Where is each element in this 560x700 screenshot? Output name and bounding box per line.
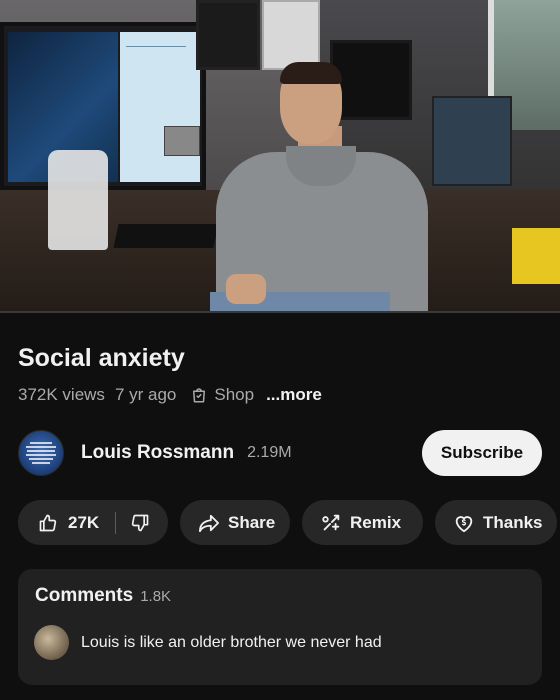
video-title: Social anxiety [18,344,185,372]
remix-icon [322,514,340,530]
thanks-label: Thanks [483,512,543,532]
like-divider [115,511,117,534]
share-label: Share [228,512,276,532]
channel-name[interactable]: Louis Rossmann [81,442,234,464]
avatar-text-lines [26,442,56,464]
video-monitor-small [196,0,260,70]
action-bar: 27K Share Remix Thanks [18,500,557,545]
video-yellow-bin [512,228,560,284]
video-equipment [262,0,320,70]
upload-age: 7 yr ago [114,385,177,404]
comments-count: 1.8K [140,588,172,605]
channel-avatar[interactable] [18,430,64,476]
video-presenter-hair [280,62,342,84]
like-button[interactable]: 27K [38,513,99,533]
video-microscope [48,150,108,250]
remix-label: Remix [350,512,402,532]
video-player[interactable] [0,0,560,313]
top-comment[interactable]: Louis is like an older brother we never … [34,625,382,660]
video-keyboard [113,224,219,248]
like-dislike-pill: 27K [18,500,168,545]
shop-label: Shop [214,385,255,404]
remix-button[interactable]: Remix [302,500,423,545]
thanks-button[interactable]: Thanks [435,500,557,545]
video-progress-bar[interactable] [0,311,560,313]
channel-row: Louis Rossmann 2.19M Subscribe [18,430,542,476]
share-button[interactable]: Share [180,500,290,545]
view-count: 372K views [18,385,105,404]
thanks-heart-icon [455,515,473,532]
subscribe-button[interactable]: Subscribe [422,430,542,476]
video-meta[interactable]: 372K views 7 yr ago Shop ...more [18,385,322,405]
subscriber-count: 2.19M [247,444,292,461]
thumb-down-icon [131,514,149,531]
top-comment-text: Louis is like an older brother we never … [81,633,382,651]
video-presenter-hand [226,274,266,304]
share-arrow-icon [199,514,219,532]
commenter-avatar [34,625,69,660]
more-link[interactable]: ...more [266,385,322,405]
like-count: 27K [68,512,100,532]
thumb-up-icon [39,514,57,531]
dislike-button[interactable] [130,513,150,533]
comments-header: Comments 1.8K [35,585,171,607]
shopping-bag-icon [193,388,206,403]
comments-title: Comments [35,585,134,606]
video-rack [432,96,512,186]
video-monitor-back [330,40,412,120]
shop-link[interactable]: Shop [190,385,254,405]
comments-card[interactable]: Comments 1.8K Louis is like an older bro… [18,569,542,685]
